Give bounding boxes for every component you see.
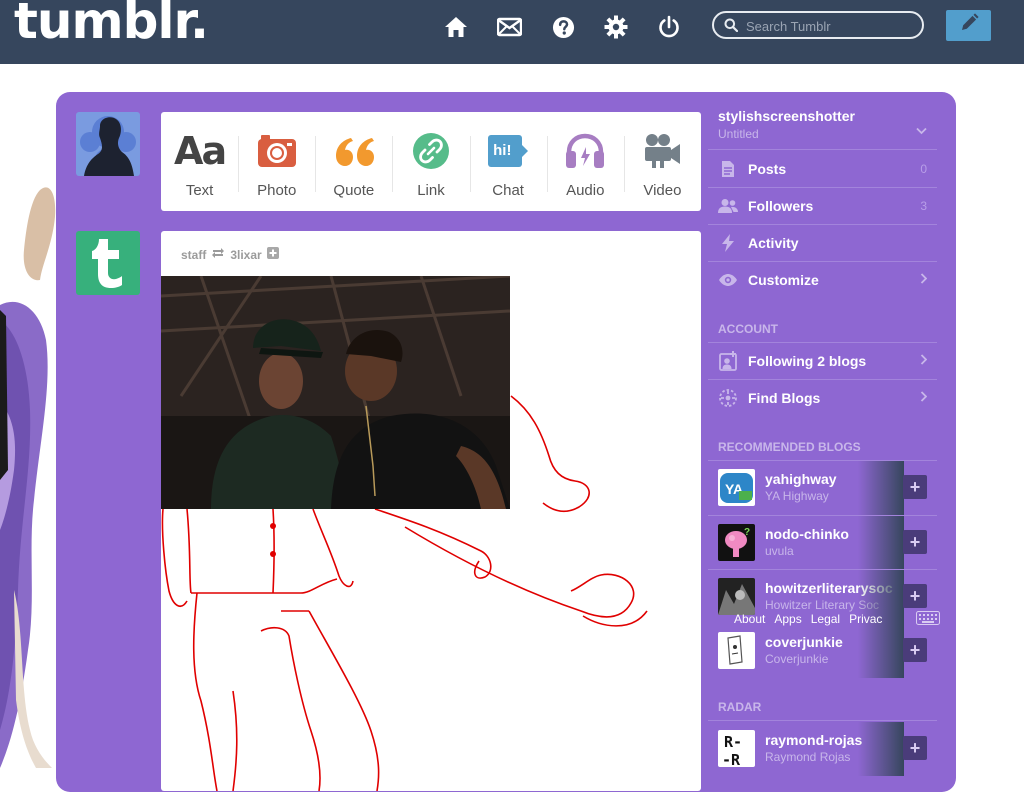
follow-button[interactable]: + [903,530,927,554]
svg-text:-R: -R [722,751,741,767]
post-photo[interactable] [161,276,510,509]
help-icon[interactable] [550,14,576,40]
power-icon[interactable] [656,14,682,40]
link-icon [412,129,450,173]
background-illustration [0,187,56,768]
blog-name: stylishscreenshotter [718,108,855,124]
footer-link-about[interactable]: About [734,612,765,626]
footer-links: About Apps Legal Privac [734,612,882,626]
chevron-right-icon [920,389,928,407]
chevron-right-icon [920,352,928,370]
footer-link-apps[interactable]: Apps [774,612,801,626]
sidebar-item-followers[interactable]: Followers 3 [708,188,937,224]
search-box[interactable] [712,11,924,39]
post-type-bar: Aa Text Photo Quote Link hi! Chat Audio … [161,112,701,211]
divider [708,720,937,721]
top-bar: tumblr. [0,0,1024,64]
document-icon [718,160,738,178]
recommended-blog[interactable]: YA yahighway YA Highway + [708,461,937,515]
chat-icon: hi! [488,129,529,173]
post-type-chat[interactable]: hi! Chat [469,112,547,211]
post-type-quote[interactable]: Quote [315,112,392,211]
section-title-account: ACCOUNT [718,322,778,336]
blog-avatar: YA [718,469,755,506]
section-title-recommended: RECOMMENDED BLOGS [718,440,861,454]
mail-icon[interactable] [496,14,522,40]
tumblr-t-icon [92,239,122,288]
video-camera-icon [643,129,681,173]
blog-avatar: R- -R [718,730,755,767]
post-type-text[interactable]: Aa Text [161,112,238,211]
eye-icon [718,274,738,286]
tumblr-logo[interactable]: tumblr. [14,0,209,50]
search-icon [724,18,739,37]
staff-avatar[interactable] [76,231,140,295]
section-title-radar: RADAR [718,700,762,714]
divider [708,149,937,150]
post-type-link[interactable]: Link [392,112,469,211]
svg-text:?: ? [744,527,750,538]
post-type-video[interactable]: Video [623,112,701,211]
blog-avatar [718,632,755,669]
footer-link-privacy[interactable]: Privac [849,612,882,626]
recommended-blog[interactable]: ? nodo-chinko uvula + [708,516,937,570]
camera-icon [257,129,297,173]
follow-button[interactable]: + [903,638,927,662]
headphones-icon [565,129,605,173]
quote-icon [333,129,375,173]
people-icon [718,198,738,214]
compose-button[interactable] [946,10,991,41]
user-avatar[interactable] [76,112,140,176]
chevron-down-icon[interactable] [916,122,927,140]
blog-avatar [718,578,755,615]
footer-link-legal[interactable]: Legal [811,612,840,626]
follow-button[interactable]: + [903,584,927,608]
sidebar-item-customize[interactable]: Customize [708,262,937,298]
keyboard-icon[interactable] [916,611,940,630]
blog-subtitle: Untitled [718,127,759,141]
search-input[interactable] [744,17,918,35]
home-icon[interactable] [443,14,469,40]
pencil-icon [959,13,979,38]
chevron-right-icon [920,271,928,289]
post-type-photo[interactable]: Photo [238,112,315,211]
svg-text:R-: R- [724,733,742,751]
post-type-audio[interactable]: Audio [546,112,624,211]
blog-avatar: ? [718,524,755,561]
dashboard-post: staff 3lixar [161,231,701,791]
recommended-blog[interactable]: coverjunkie Coverjunkie + [708,624,937,678]
sidebar-item-posts[interactable]: Posts 0 [708,151,937,187]
sidebar-item-find-blogs[interactable]: Find Blogs [708,380,937,416]
text-aa-icon: Aa [174,129,227,173]
follow-button[interactable]: + [903,475,927,499]
sidebar-item-activity[interactable]: Activity [708,225,937,261]
sidebar-item-following[interactable]: Following 2 blogs [708,343,937,379]
lightning-icon [718,234,738,252]
compass-icon [718,388,738,408]
blog-header[interactable]: stylishscreenshotter Untitled [718,108,855,141]
follow-button[interactable]: + [903,736,927,760]
add-person-icon [718,351,738,371]
gear-icon[interactable] [603,14,629,40]
